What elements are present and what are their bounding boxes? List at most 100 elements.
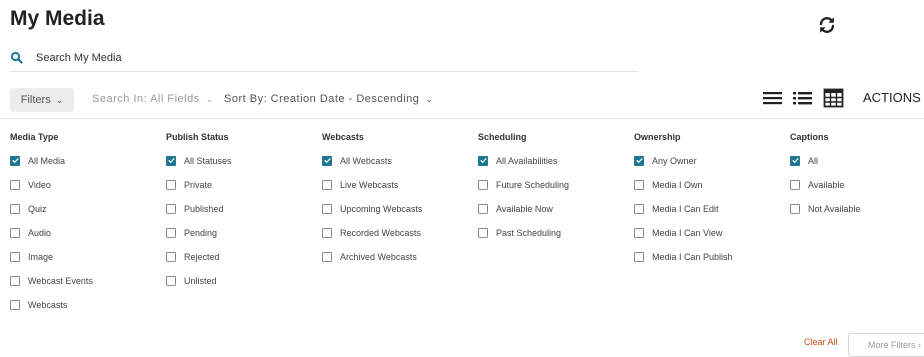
filter-option-label: Future Scheduling (496, 179, 570, 190)
checkbox-icon[interactable] (478, 203, 488, 214)
checkbox-icon[interactable] (790, 179, 800, 190)
filters-toggle-button[interactable]: Filters ⌄ (10, 88, 74, 112)
filter-option-label: All Availabilities (496, 155, 558, 166)
filter-option-label: All Webcasts (340, 155, 392, 166)
checkbox-icon[interactable] (322, 179, 332, 190)
checkbox-icon[interactable] (634, 251, 644, 262)
filter-option[interactable]: Pending (166, 226, 232, 239)
filter-option[interactable]: Quiz (10, 202, 93, 215)
checkbox-icon[interactable] (10, 299, 20, 310)
filter-option[interactable]: Audio (10, 226, 93, 239)
checkbox-checked-icon[interactable] (478, 155, 488, 166)
filter-option[interactable]: Recorded Webcasts (322, 226, 422, 239)
filter-column-heading: Scheduling (478, 132, 527, 142)
toolbar-divider (0, 118, 924, 119)
checkbox-icon[interactable] (790, 203, 800, 214)
checkbox-icon[interactable] (166, 179, 176, 190)
filter-option-label: Unlisted (184, 275, 217, 286)
actions-menu-button[interactable]: ACTIONS (863, 90, 921, 105)
filter-column: Scheduling All Availabilities Future Sched… (478, 131, 569, 250)
filter-option-label: Available (808, 179, 845, 190)
checkbox-icon[interactable] (634, 227, 644, 238)
filter-option[interactable]: Media I Can Publish (634, 250, 733, 263)
filter-option-label: Media I Can Edit (652, 203, 719, 214)
checkbox-icon[interactable] (166, 227, 176, 238)
checkbox-icon[interactable] (166, 203, 176, 214)
checkbox-checked-icon[interactable] (634, 155, 644, 166)
filter-option-label: Available Now (496, 203, 553, 214)
chevron-right-icon: › (918, 340, 922, 350)
grid-view-icon (823, 88, 844, 108)
filter-option[interactable]: Media I Can View (634, 226, 733, 239)
filter-column: Publish Status All Statuses Private Publish… (166, 131, 232, 298)
filter-option[interactable]: Rejected (166, 250, 232, 263)
filter-option[interactable]: All Media (10, 154, 93, 167)
filter-option[interactable]: Upcoming Webcasts (322, 202, 422, 215)
checkbox-icon[interactable] (10, 251, 20, 262)
checkbox-icon[interactable] (322, 203, 332, 214)
filter-option[interactable]: Live Webcasts (322, 178, 422, 191)
checkbox-checked-icon[interactable] (166, 155, 176, 166)
filter-column: Webcasts All Webcasts Live Webcasts Upcomin… (322, 131, 422, 274)
filter-option-label: Audio (28, 227, 52, 238)
filter-option[interactable]: All Webcasts (322, 154, 422, 167)
checkbox-icon[interactable] (478, 227, 488, 238)
filter-option[interactable]: Video (10, 178, 93, 191)
clear-all-link[interactable]: Clear All (804, 337, 838, 347)
filter-option[interactable]: All (790, 154, 860, 167)
filter-option-label: Rejected (184, 251, 220, 262)
refresh-button[interactable] (816, 14, 838, 36)
checkbox-checked-icon[interactable] (322, 155, 332, 166)
filter-option-label: Quiz (28, 203, 47, 214)
filter-option[interactable]: Archived Webcasts (322, 250, 422, 263)
chevron-down-icon: ⌄ (55, 94, 64, 105)
checkbox-icon[interactable] (478, 179, 488, 190)
filter-option[interactable]: Private (166, 178, 232, 191)
filter-option[interactable]: Not Available (790, 202, 860, 215)
checkbox-icon[interactable] (10, 227, 20, 238)
filter-option[interactable]: Webcast Events (10, 274, 93, 287)
filter-option[interactable]: Media I Can Edit (634, 202, 733, 215)
filter-option[interactable]: Available Now (478, 202, 569, 215)
filter-option-label: Published (184, 203, 224, 214)
checkbox-checked-icon[interactable] (10, 155, 20, 166)
filter-option[interactable]: All Availabilities (478, 154, 569, 167)
checkbox-checked-icon[interactable] (790, 155, 800, 166)
search-in-dropdown[interactable]: Search In: All Fields ⌄ (92, 93, 214, 105)
checkbox-icon[interactable] (166, 251, 176, 262)
filter-option-label: Webcasts (28, 299, 68, 310)
filter-option-label: All (808, 155, 819, 166)
filter-option[interactable]: Future Scheduling (478, 178, 569, 191)
more-filters-button[interactable]: More Filters › (848, 333, 924, 357)
filter-option[interactable]: Any Owner (634, 154, 733, 167)
search-input[interactable] (36, 48, 596, 68)
filter-option[interactable]: All Statuses (166, 154, 232, 167)
filter-option[interactable]: Unlisted (166, 274, 232, 287)
checkbox-icon[interactable] (322, 227, 332, 238)
detailed-list-view-button[interactable] (792, 87, 814, 109)
filter-option-label: Upcoming Webcasts (340, 203, 423, 214)
filter-option[interactable]: Image (10, 250, 93, 263)
filter-column-heading: Publish Status (166, 132, 229, 142)
grid-view-button[interactable] (823, 87, 845, 109)
sort-by-dropdown[interactable]: Sort By: Creation Date - Descending ⌄ (224, 93, 433, 105)
search-icon[interactable] (10, 51, 24, 65)
checkbox-icon[interactable] (634, 179, 644, 190)
checkbox-icon[interactable] (166, 275, 176, 286)
checkbox-icon[interactable] (10, 203, 20, 214)
filter-option[interactable]: Published (166, 202, 232, 215)
sort-by-label: Sort By: Creation Date - Descending (224, 93, 420, 105)
filter-option[interactable]: Available (790, 178, 860, 191)
page-title: My Media (10, 7, 105, 30)
filter-column-heading: Ownership (634, 132, 681, 142)
checkbox-icon[interactable] (10, 275, 20, 286)
filter-option-label: Media I Can View (652, 227, 723, 238)
list-view-button[interactable] (762, 87, 784, 109)
checkbox-icon[interactable] (322, 251, 332, 262)
checkbox-icon[interactable] (10, 179, 20, 190)
checkbox-icon[interactable] (634, 203, 644, 214)
list-view-icon (763, 92, 782, 105)
filter-option[interactable]: Webcasts (10, 298, 93, 311)
filter-option[interactable]: Media I Own (634, 178, 733, 191)
filter-option[interactable]: Past Scheduling (478, 226, 569, 239)
